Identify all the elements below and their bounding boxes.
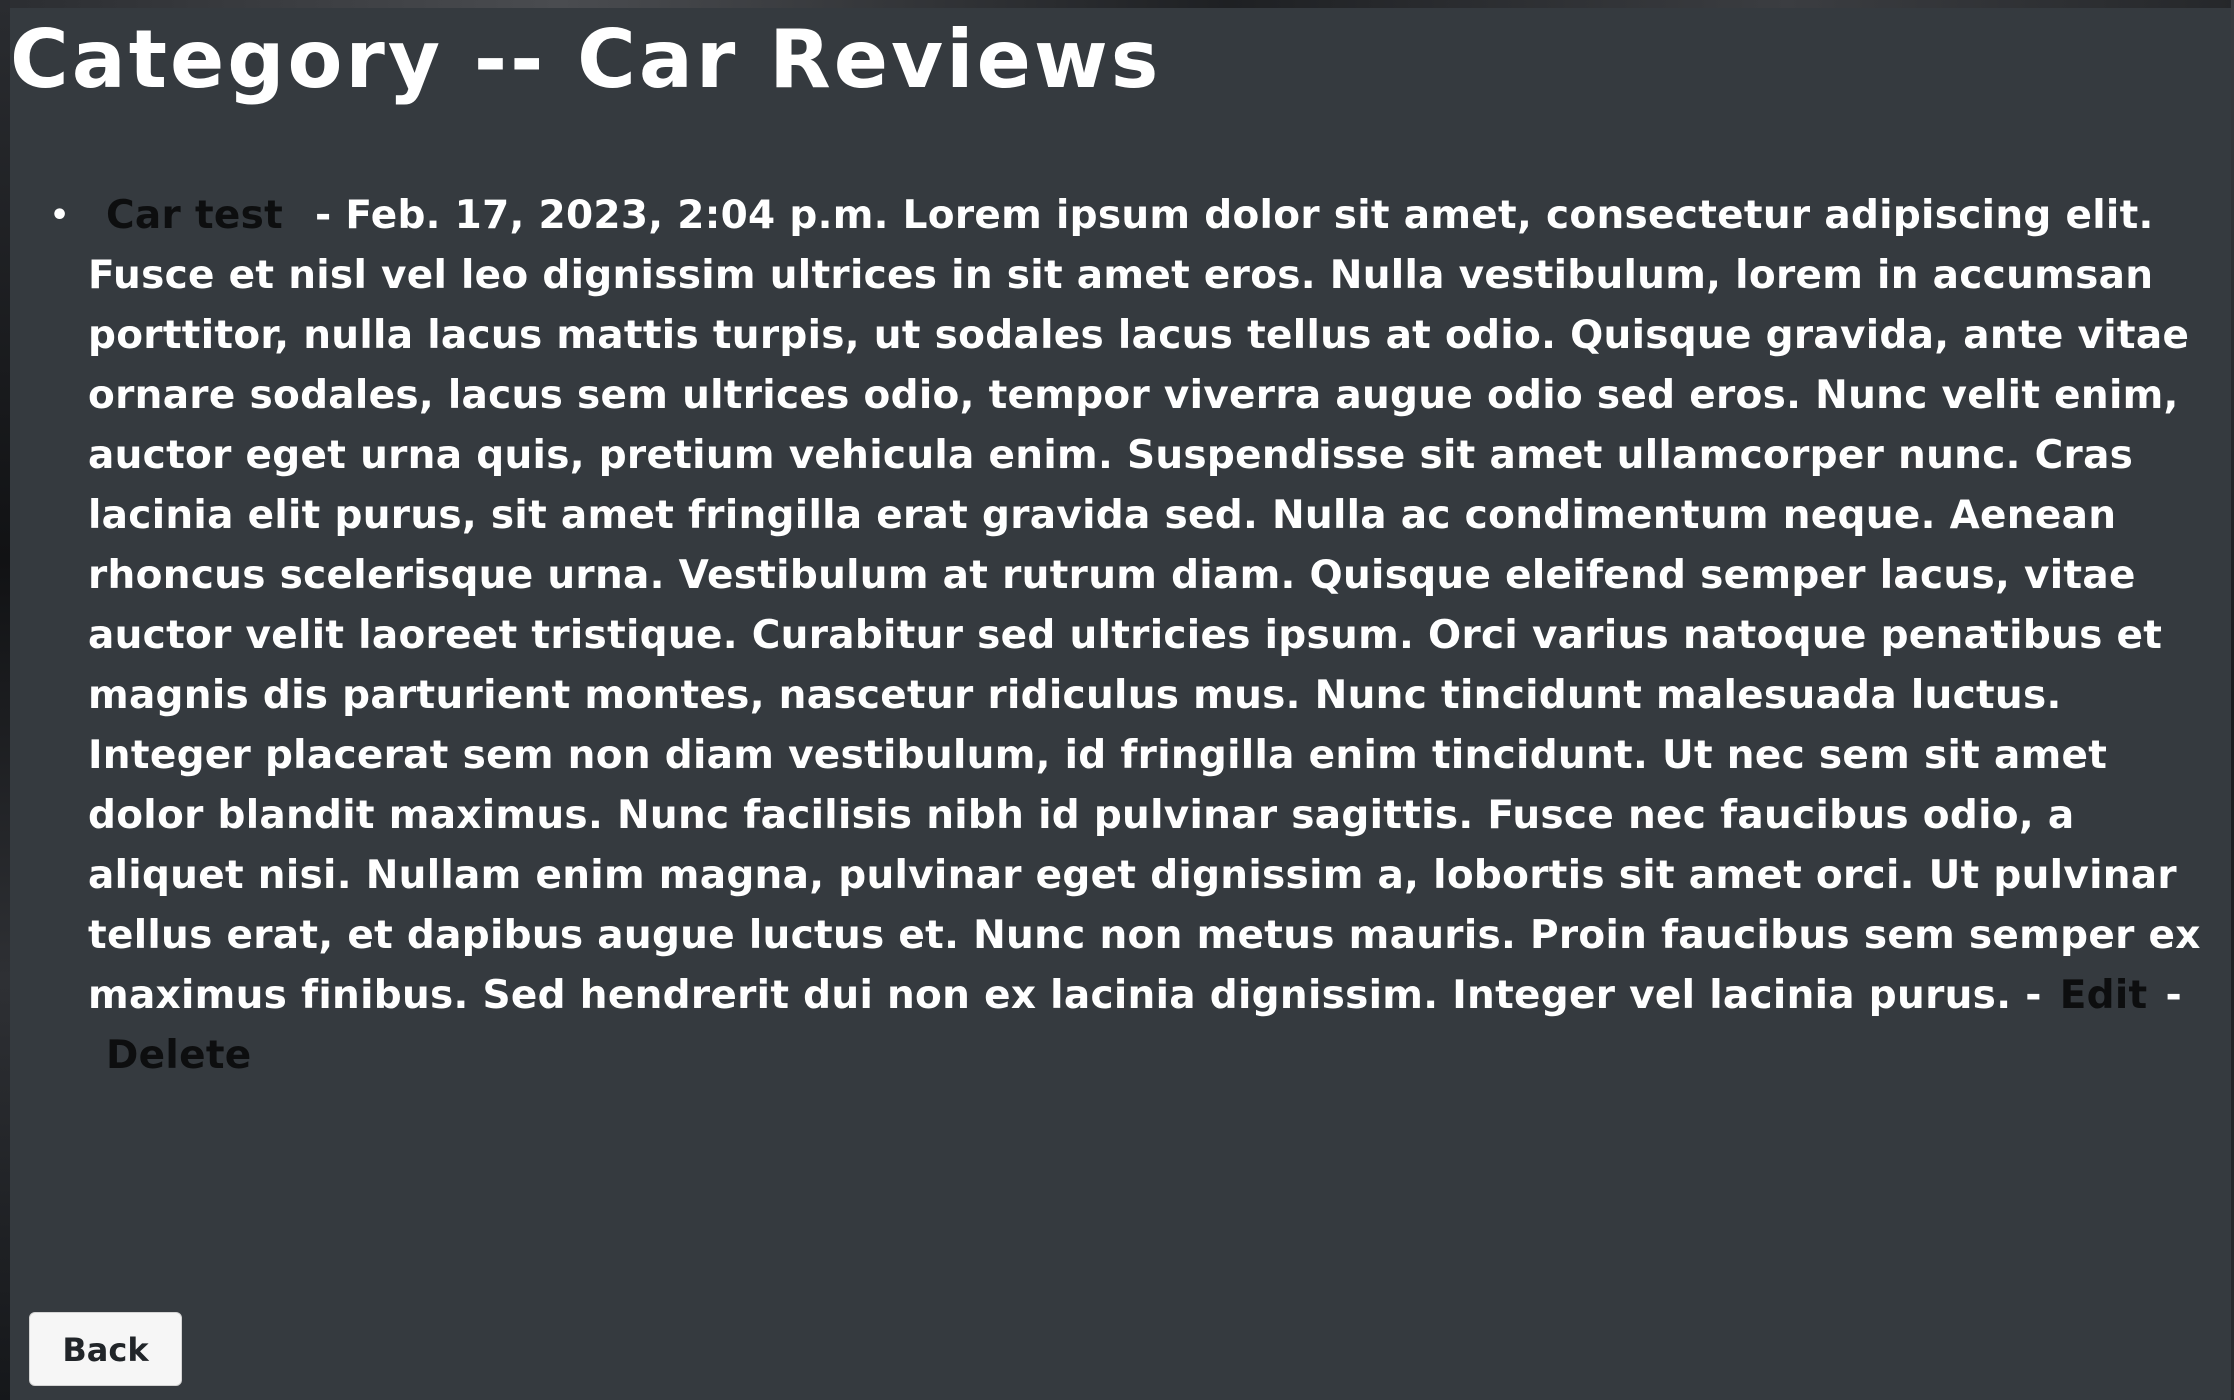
content-panel: Category -- Car Reviews • Car test - Feb.… xyxy=(10,8,2231,1400)
background-photo-left xyxy=(0,0,10,1400)
review-list: • Car test - Feb. 17, 2023, 2:04 p.m. Lor… xyxy=(50,186,2220,1086)
background-photo-top xyxy=(0,0,2234,8)
back-button[interactable]: Back xyxy=(29,1312,182,1386)
delete-link[interactable]: Delete xyxy=(88,1033,270,1078)
review-date-and-body: - Feb. 17, 2023, 2:04 p.m. Lorem ipsum d… xyxy=(88,193,2201,1018)
bullet-icon: • xyxy=(50,198,70,233)
review-title-link[interactable]: Car test xyxy=(88,193,301,238)
edit-link[interactable]: Edit xyxy=(2042,973,2166,1018)
list-item: • Car test - Feb. 17, 2023, 2:04 p.m. Lor… xyxy=(50,186,2220,1086)
page-title: Category -- Car Reviews xyxy=(10,13,1162,106)
link-separator: - xyxy=(2165,973,2182,1018)
